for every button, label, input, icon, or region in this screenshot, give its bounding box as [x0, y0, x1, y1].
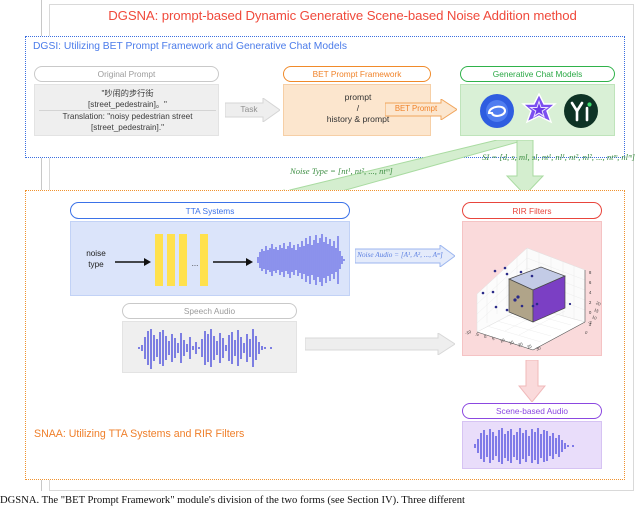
- original-prompt-caption: Original Prompt: [34, 66, 219, 82]
- task-arrow-label: Task: [240, 104, 258, 114]
- tta-model-bar: [167, 234, 175, 286]
- tta-input-label: noise type: [79, 248, 113, 270]
- bet-prompt-arrow-label: BET Prompt: [394, 104, 438, 113]
- generative-chat-models-caption: Generative Chat Models: [460, 66, 615, 82]
- tta-systems-body: noise type ...: [70, 221, 350, 296]
- original-prompt-divider: [39, 110, 216, 111]
- tta-arrow-2-icon: [213, 257, 253, 267]
- si-formula: SI = [d, s, ml, sl, nt¹, nl¹, nt², nl², …: [482, 152, 635, 162]
- spark-logo-icon: [479, 93, 515, 129]
- original-prompt-line3: Translation: "noisy pedestrian street: [62, 112, 193, 121]
- zhipu-logo-icon: [520, 93, 557, 129]
- rir-filters-caption: RIR Filters: [462, 202, 602, 219]
- figure-caption: DGSNA. The "BET Prompt Framework" module…: [0, 495, 465, 506]
- noise-waveform: [257, 232, 345, 288]
- rir-to-scene-arrow-icon: [518, 360, 546, 402]
- generative-chat-models-body: [460, 84, 615, 136]
- section-snaa-label: SNAA: Utilizing TTA Systems and RIR Filt…: [34, 428, 245, 440]
- tta-model-bar: [155, 234, 163, 286]
- original-prompt-body: "吵闹的步行街 [street_pedestrain]。" Translatio…: [34, 84, 219, 136]
- original-prompt-line2: [street_pedestrain]。": [88, 100, 167, 109]
- scene-based-audio-body: [462, 421, 602, 469]
- speech-audio-caption: Speech Audio: [122, 303, 297, 319]
- speech-to-rir-arrow-icon: [305, 333, 455, 355]
- bet-prompt-framework-caption: BET Prompt Framework: [283, 66, 431, 82]
- noise-audio-arrow-label: Noise Audio = [A¹, A², ..., Aᵐ]: [357, 251, 443, 259]
- rir-filters-body: -10 -5 0 5 10 15 20 25 30 0 5 10 15 20 -…: [462, 221, 602, 356]
- section-dgsi-label: DGSI: Utilizing BET Prompt Framework and…: [33, 41, 347, 52]
- tta-input-label-line1: noise: [86, 249, 106, 258]
- tta-arrow-1-icon: [115, 257, 151, 267]
- figure-title: DGSNA: prompt-based Dynamic Generative S…: [108, 8, 577, 23]
- speech-waveform: [137, 327, 285, 369]
- tta-systems-caption: TTA Systems: [70, 202, 350, 219]
- noise-type-formula: Noise Type = [nt¹, nt², ..., ntᵐ]: [290, 166, 393, 176]
- tta-model-bar: [179, 234, 187, 286]
- scene-waveform: [473, 427, 593, 465]
- rir-x-ticks: -10 -5 0 5 10 15 20 25 30: [464, 329, 542, 352]
- original-prompt-line4: [street_pedestrain].": [91, 123, 164, 132]
- tta-model-bar: [200, 234, 208, 286]
- si-green-arrow-icon: [505, 140, 545, 195]
- scene-based-audio-caption: Scene-based Audio: [462, 403, 602, 419]
- figure-canvas: DGSNA: prompt-based Dynamic Generative S…: [0, 0, 640, 515]
- speech-audio-body: [122, 321, 297, 373]
- tta-input-label-line2: type: [88, 260, 104, 269]
- chat-model-logos: [461, 89, 616, 133]
- rir-z-ticks: -2 0 2 4 6 8: [588, 270, 592, 325]
- yi-logo-icon: [563, 93, 599, 129]
